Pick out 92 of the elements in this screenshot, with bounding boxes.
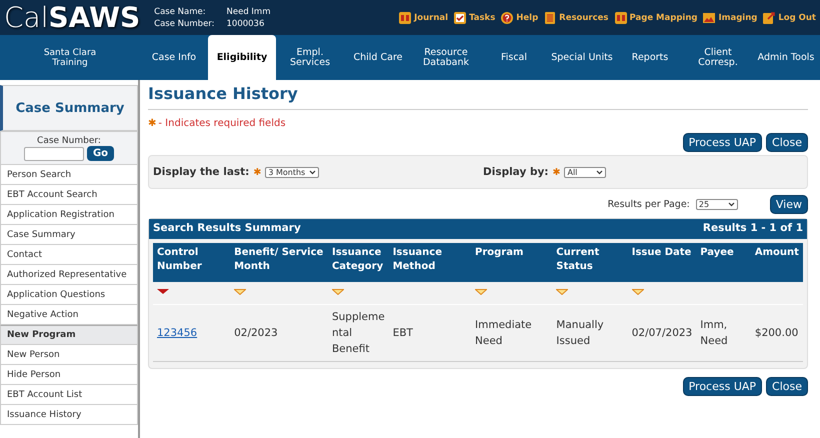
sidebar-item[interactable]: Issuance History	[0, 405, 138, 425]
sort-icon[interactable]	[332, 289, 344, 295]
case-field-value: Need Imm	[226, 6, 270, 18]
nav-tab[interactable]: Reports	[616, 35, 684, 80]
case-field-label: Case Number:	[154, 18, 215, 30]
column-header[interactable]: Issuance Method	[388, 243, 472, 282]
nav-tab[interactable]: Fiscal	[480, 35, 548, 80]
nav-tab[interactable]: Empl. Services	[276, 35, 344, 80]
app-logo: CalSAWS	[4, 4, 140, 32]
nav-tab[interactable]: Eligibility	[208, 35, 276, 80]
sidebar-item[interactable]: Case Summary	[0, 225, 138, 245]
header-link[interactable]: Tasks	[453, 10, 496, 24]
table-cell: $200.00	[750, 304, 803, 362]
case-number-field[interactable]	[24, 146, 84, 160]
header-link[interactable]: Log Out	[762, 10, 816, 24]
required-mark: ✱	[552, 166, 560, 178]
sort-icon[interactable]	[234, 289, 246, 295]
header-link[interactable]: Journal	[398, 10, 448, 24]
results-range: Results 1 - 1 of 1	[702, 222, 803, 236]
header-link[interactable]: Page Mapping	[614, 10, 698, 24]
nav-tab[interactable]: Admin Tools	[752, 35, 820, 80]
column-header[interactable]: Control Number	[153, 243, 230, 282]
control-number-link[interactable]: 123456	[157, 327, 198, 339]
required-note: - Indicates required fields	[158, 118, 286, 129]
sidebar-item[interactable]: Hide Person	[0, 365, 138, 385]
action-button[interactable]: Process UAP	[682, 377, 762, 396]
sort-icon[interactable]	[475, 289, 488, 295]
help-icon	[500, 10, 514, 24]
nav-tab[interactable]: Case Info	[140, 35, 208, 80]
table-cell: Imm, Need	[696, 304, 751, 362]
column-header[interactable]: Issuance Category	[328, 243, 389, 282]
case-field-value: 1000036	[226, 18, 266, 30]
filter-label: Display the last:	[153, 166, 250, 178]
case-field-label: Case Name:	[154, 6, 207, 18]
sidebar-section-header: New Program	[0, 325, 138, 345]
sidebar-item[interactable]: Application Registration	[0, 205, 138, 225]
table-cell: Immediate Need	[471, 304, 552, 362]
dropdown[interactable]: All	[564, 166, 606, 178]
action-button[interactable]: Close	[766, 133, 808, 152]
sidebar-item[interactable]: Person Search	[0, 165, 138, 185]
sidebar-item[interactable]: New Person	[0, 345, 138, 365]
required-mark: ✱	[148, 118, 156, 129]
chevron-down-icon	[596, 170, 604, 174]
header-link[interactable]: Help	[500, 10, 538, 24]
results-title: Search Results Summary	[153, 222, 301, 236]
exit-icon	[762, 10, 776, 24]
book-icon	[398, 10, 412, 24]
filter-label: Display by:	[483, 166, 549, 178]
chevron-down-icon	[309, 170, 316, 174]
sidebar-item[interactable]: Application Questions	[0, 285, 138, 305]
nav-tab[interactable]: Special Units	[548, 35, 616, 80]
action-button[interactable]: Process UAP	[682, 133, 762, 152]
column-header[interactable]: Payee	[696, 243, 751, 282]
nav-tab[interactable]: Client Corresp.	[684, 35, 752, 80]
chevron-down-icon	[728, 202, 735, 207]
table-cell: Suppleme ntal Benefit	[328, 304, 389, 362]
column-header[interactable]: Current Status	[552, 243, 628, 282]
table-cell: 02/07/2023	[628, 304, 696, 362]
sort-descending-icon[interactable]	[157, 289, 169, 295]
column-header[interactable]: Benefit/ Service Month	[230, 243, 328, 282]
page-title: Issuance History	[148, 84, 808, 110]
book-icon	[614, 10, 628, 24]
field-label: Case Number:	[37, 136, 101, 146]
column-header[interactable]: Program	[471, 243, 552, 282]
column-header[interactable]: Issue Date	[628, 243, 696, 282]
header-link[interactable]: Resources	[543, 10, 608, 24]
sort-icon[interactable]	[632, 289, 644, 295]
sidebar-item[interactable]: Contact	[0, 245, 138, 265]
sidebar-title: Case Summary	[0, 85, 138, 131]
sort-icon[interactable]	[556, 289, 568, 295]
results-per-page-label: Results per Page:	[608, 199, 690, 210]
view-button[interactable]: View	[770, 195, 808, 214]
dropdown[interactable]: 3 Months	[265, 166, 320, 178]
sidebar-item[interactable]: Authorized Representative	[0, 265, 138, 285]
document-icon	[543, 10, 558, 24]
dropdown[interactable]: 25	[696, 199, 738, 210]
table-cell: Manually Issued	[552, 304, 628, 362]
header-link[interactable]: Imaging	[702, 10, 758, 24]
column-header[interactable]: Amount	[750, 243, 803, 282]
nav-tab[interactable]: Child Care	[344, 35, 412, 80]
nav-tab[interactable]: Resource Databank	[412, 35, 480, 80]
image-icon	[702, 10, 716, 24]
table-cell: 02/2023	[230, 304, 328, 362]
action-button[interactable]: Close	[766, 377, 808, 396]
go-button[interactable]: Go	[86, 146, 114, 161]
checkbox-icon	[453, 10, 468, 24]
table-cell: EBT	[388, 304, 472, 362]
sidebar-item[interactable]: EBT Account Search	[0, 185, 138, 205]
office-name: Santa Clara Training	[42, 48, 98, 68]
required-mark: ✱	[253, 166, 262, 178]
sidebar-item[interactable]: EBT Account List	[0, 385, 138, 405]
sidebar-item[interactable]: Negative Action	[0, 305, 138, 325]
